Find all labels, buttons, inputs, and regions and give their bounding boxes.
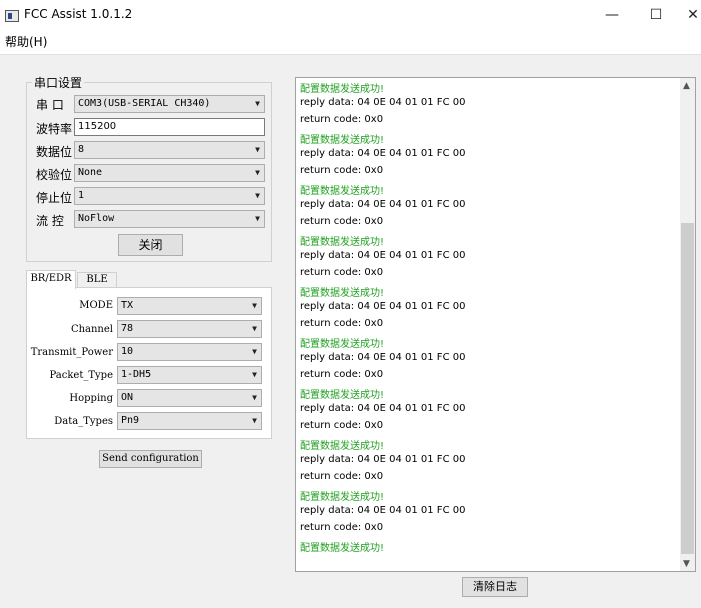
log-line: 配置数据发送成功! — [300, 135, 385, 146]
log-line: return code: 0x0 — [300, 522, 384, 533]
log-line: return code: 0x0 — [300, 267, 384, 278]
packet-label: Packet_Type — [49, 370, 113, 381]
chevron-down-icon: ▼ — [252, 393, 257, 402]
log-line: reply data: 04 0E 04 01 01 FC 00 — [300, 250, 466, 261]
log-line: 配置数据发送成功! — [300, 492, 385, 503]
maximize-button[interactable]: ☐ — [641, 4, 671, 26]
datatypes-label: Data_Types — [54, 416, 113, 427]
hopping-label: Hopping — [69, 393, 113, 404]
log-line: return code: 0x0 — [300, 471, 384, 482]
channel-select[interactable]: 78 ▼ — [117, 320, 262, 338]
chevron-down-icon: ▼ — [255, 191, 260, 200]
packet-select[interactable]: 1-DH5 ▼ — [117, 366, 262, 384]
mode-select[interactable]: TX ▼ — [117, 297, 262, 315]
menu-bar: 帮助(H) — [0, 30, 701, 54]
log-line: return code: 0x0 — [300, 216, 384, 227]
port-label: 串 口 — [36, 98, 64, 112]
log-line: return code: 0x0 — [300, 165, 384, 176]
flow-value: NoFlow — [78, 213, 115, 224]
power-select[interactable]: 10 ▼ — [117, 343, 262, 361]
flow-label: 流 控 — [36, 214, 64, 228]
port-value: COM3(USB-SERIAL CH340) — [78, 98, 211, 109]
chevron-down-icon: ▼ — [255, 145, 260, 154]
log-line: return code: 0x0 — [300, 369, 384, 380]
tab-ble[interactable]: BLE — [77, 272, 117, 287]
port-select[interactable]: COM3(USB-SERIAL CH340) ▼ — [74, 95, 265, 113]
log-line: 配置数据发送成功! — [300, 84, 385, 95]
baud-input[interactable]: 115200 — [74, 118, 265, 136]
log-line: reply data: 04 0E 04 01 01 FC 00 — [300, 352, 466, 363]
log-line: return code: 0x0 — [300, 114, 384, 125]
databits-value: 8 — [78, 144, 85, 155]
log-line: 配置数据发送成功! — [300, 288, 385, 299]
parity-label: 校验位 — [36, 168, 73, 182]
log-line: 配置数据发送成功! — [300, 237, 385, 248]
flow-select[interactable]: NoFlow ▼ — [74, 210, 265, 228]
hopping-value: ON — [121, 392, 134, 403]
parity-value: None — [78, 167, 103, 178]
minimize-button[interactable]: — — [597, 4, 627, 26]
log-line: 配置数据发送成功! — [300, 441, 385, 452]
power-label: Transmit_Power — [30, 347, 113, 358]
log-line: reply data: 04 0E 04 01 01 FC 00 — [300, 148, 466, 159]
stopbits-select[interactable]: 1 ▼ — [74, 187, 265, 205]
chevron-down-icon: ▼ — [252, 324, 257, 333]
close-port-button[interactable]: 关闭 — [118, 234, 183, 256]
channel-value: 78 — [121, 323, 134, 334]
chevron-down-icon: ▼ — [252, 347, 257, 356]
log-line: 配置数据发送成功! — [300, 186, 385, 197]
datatypes-select[interactable]: Pn9 ▼ — [117, 412, 262, 430]
clear-log-button[interactable]: 清除日志 — [462, 577, 528, 597]
chevron-down-icon: ▼ — [252, 416, 257, 425]
log-line: reply data: 04 0E 04 01 01 FC 00 — [300, 97, 466, 108]
datatypes-value: Pn9 — [121, 415, 140, 426]
parity-select[interactable]: None ▼ — [74, 164, 265, 182]
title-bar: FCC Assist 1.0.1.2 — ☐ ✕ — [0, 0, 701, 30]
databits-label: 数据位 — [36, 145, 73, 159]
app-icon — [5, 10, 19, 22]
log-line: reply data: 04 0E 04 01 01 FC 00 — [300, 199, 466, 210]
serial-settings-title: 串口设置 — [32, 74, 85, 91]
baud-label: 波特率 — [36, 122, 73, 136]
mode-label: MODE — [79, 300, 113, 311]
log-line: 配置数据发送成功! — [300, 339, 385, 350]
log-line: reply data: 04 0E 04 01 01 FC 00 — [300, 301, 466, 312]
power-value: 10 — [121, 346, 134, 357]
channel-label: Channel — [70, 324, 113, 335]
chevron-down-icon: ▼ — [252, 370, 257, 379]
stopbits-label: 停止位 — [36, 191, 73, 205]
log-line: reply data: 04 0E 04 01 01 FC 00 — [300, 454, 466, 465]
stopbits-value: 1 — [78, 190, 85, 201]
log-line: return code: 0x0 — [300, 318, 384, 329]
chevron-down-icon[interactable]: ▼ — [683, 559, 690, 569]
log-line: reply data: 04 0E 04 01 01 FC 00 — [300, 505, 466, 516]
packet-value: 1-DH5 — [121, 369, 152, 380]
log-line: 配置数据发送成功! — [300, 390, 385, 401]
log-line: reply data: 04 0E 04 01 01 FC 00 — [300, 403, 466, 414]
close-button[interactable]: ✕ — [678, 4, 701, 26]
databits-select[interactable]: 8 ▼ — [74, 141, 265, 159]
window-title: FCC Assist 1.0.1.2 — [24, 7, 133, 21]
chevron-down-icon: ▼ — [255, 168, 260, 177]
chevron-up-icon[interactable]: ▲ — [683, 81, 690, 91]
chevron-down-icon: ▼ — [252, 301, 257, 310]
tab-bredr[interactable]: BR/EDR — [26, 270, 76, 289]
log-line: 配置数据发送成功! — [300, 543, 385, 554]
log-output[interactable]: 配置数据发送成功! reply data: 04 0E 04 01 01 FC … — [295, 77, 696, 572]
chevron-down-icon: ▼ — [255, 99, 260, 108]
mode-value: TX — [121, 300, 134, 311]
send-configuration-button[interactable]: Send configuration — [99, 450, 202, 468]
log-line: return code: 0x0 — [300, 420, 384, 431]
chevron-down-icon: ▼ — [255, 214, 260, 223]
log-scroll-thumb[interactable] — [681, 223, 694, 554]
hopping-select[interactable]: ON ▼ — [117, 389, 262, 407]
menu-help[interactable]: 帮助(H) — [5, 33, 47, 50]
